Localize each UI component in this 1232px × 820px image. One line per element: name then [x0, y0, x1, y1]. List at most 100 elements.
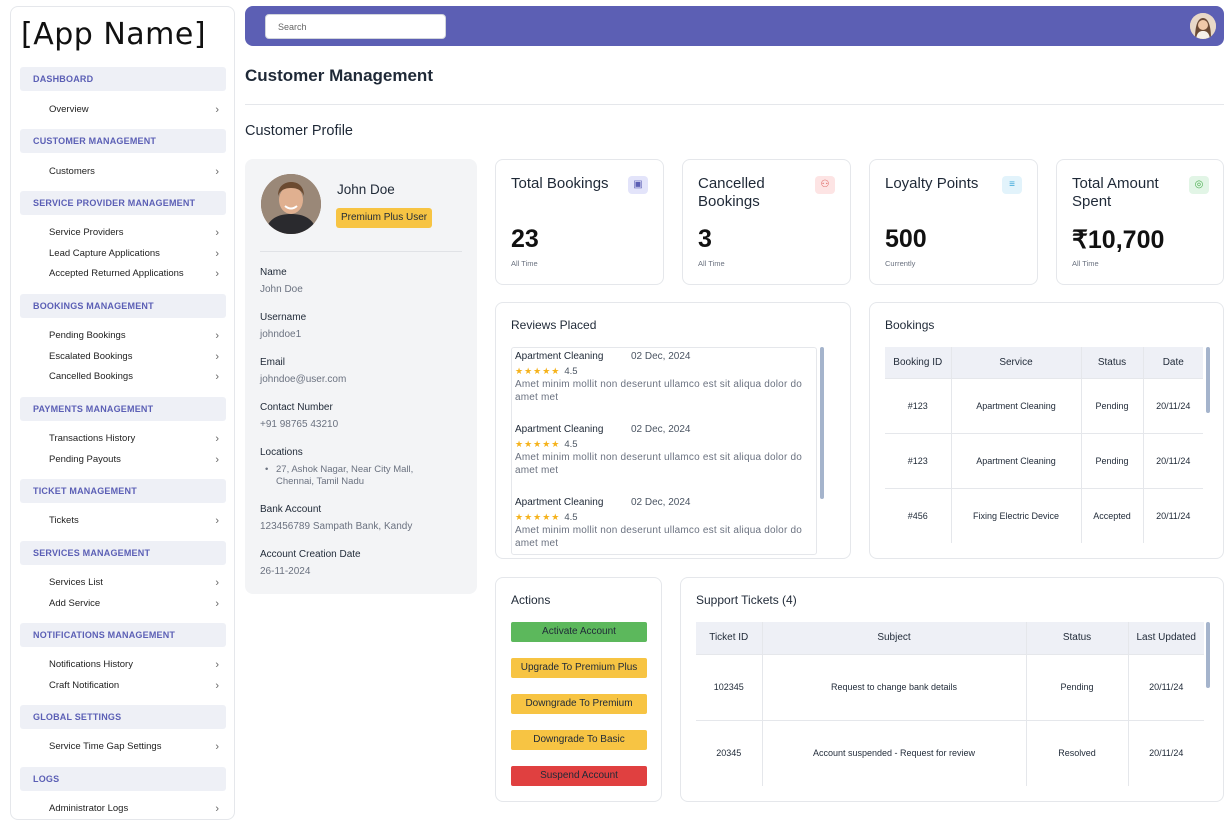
review-item: Apartment Cleaning 02 Dec, 2024 ★★★★★ 4.5 Am… [515, 351, 811, 404]
users-icon: ⚇ [815, 176, 835, 194]
stat-title: Total Bookings [511, 175, 609, 192]
sidebar-item-services-list[interactable]: Services List › [49, 574, 219, 592]
table-cell: 20345 [696, 719, 763, 786]
divider [245, 104, 1224, 105]
location-item: • 27, Ashok Nagar, Near City Mall, Chenn… [265, 464, 465, 488]
app-name: [App Name] [21, 17, 207, 52]
stars: ★★★★★ [515, 512, 561, 522]
sidebar-item-label: Service Providers [49, 227, 124, 238]
sidebar-item-pending-payouts[interactable]: Pending Payouts › [49, 451, 219, 469]
briefcase-icon: ▣ [628, 176, 648, 194]
bookings-card: Bookings Booking ID Service Status Date #123… [869, 302, 1224, 559]
table-row[interactable]: #123 Apartment Cleaning Pending 20/11/24 [885, 432, 1203, 488]
chevron-right-icon: › [215, 803, 219, 815]
sidebar-item-label: Transactions History [49, 433, 136, 444]
profile-card: John Doe Premium Plus User Name John Doe… [245, 159, 477, 594]
chevron-right-icon: › [215, 659, 219, 671]
sidebar-section-dashboard: DASHBOARD [20, 67, 226, 91]
activate-account-button[interactable]: Activate Account [511, 622, 647, 642]
username-label: Username [260, 312, 307, 323]
chevron-right-icon: › [215, 454, 219, 466]
upgrade-to-premium-plus-button[interactable]: Upgrade To Premium Plus [511, 658, 647, 678]
sidebar-item-transactions-history[interactable]: Transactions History › [49, 430, 219, 448]
sidebar-item-notifications-history[interactable]: Notifications History › [49, 656, 219, 674]
table-cell: Resolved [1026, 719, 1129, 786]
reviews-scrollbar[interactable] [820, 347, 824, 499]
stars: ★★★★★ [515, 439, 561, 449]
username-value: johndoe1 [260, 329, 302, 340]
profile-name: John Doe [337, 182, 395, 197]
sidebar-section-ticket-management: TICKET MANAGEMENT [20, 479, 226, 503]
downgrade-to-basic-button[interactable]: Downgrade To Basic [511, 730, 647, 750]
profile-divider [260, 251, 462, 252]
sidebar-item-service-time-gap-settings[interactable]: Service Time Gap Settings › [49, 738, 219, 756]
stat-subtext: All Time [698, 259, 725, 268]
sidebar-item-label: Escalated Bookings [49, 351, 133, 362]
chevron-right-icon: › [215, 166, 219, 178]
sidebar-item-tickets[interactable]: Tickets › [49, 512, 219, 530]
stat-subtext: All Time [1072, 259, 1099, 268]
table-cell: Pending [1081, 432, 1144, 488]
sidebar-item-label: Pending Payouts [49, 454, 121, 465]
table-cell: Request to change bank details [762, 653, 1027, 720]
star-rating-icon: ★★★★★ 4.5 [515, 512, 811, 523]
table-row[interactable]: 102345 Request to change bank details Pend… [696, 653, 1204, 720]
table-header-row: Ticket ID Subject Status Last Updated [696, 622, 1204, 654]
name-value: John Doe [260, 284, 303, 295]
actions-card: Actions Activate Account Upgrade To Premi… [495, 577, 662, 802]
profile-photo-image [261, 174, 321, 234]
sidebar-item-lead-capture-applications[interactable]: Lead Capture Applications › [49, 245, 219, 263]
column-header: Service [951, 347, 1082, 378]
suspend-account-button[interactable]: Suspend Account [511, 766, 647, 786]
table-cell: 20/11/24 [1143, 432, 1203, 488]
table-cell: #123 [885, 432, 952, 488]
tickets-card: Support Tickets (4) Ticket ID Subject Stat… [680, 577, 1224, 802]
table-row[interactable]: #456 Fixing Electric Device Accepted 20/11/… [885, 487, 1203, 543]
sidebar-item-craft-notification[interactable]: Craft Notification › [49, 677, 219, 695]
sidebar-section-bookings-management: BOOKINGS MANAGEMENT [20, 294, 226, 318]
column-header: Booking ID [885, 347, 952, 378]
reviews-list[interactable]: Apartment Cleaning 02 Dec, 2024 ★★★★★ 4.5 Am… [511, 347, 817, 555]
tickets-scrollbar[interactable] [1206, 622, 1210, 688]
sidebar-section-services-management: SERVICES MANAGEMENT [20, 541, 226, 565]
sidebar-item-label: Tickets [49, 515, 79, 526]
sidebar-item-accepted-returned-applications[interactable]: Accepted Returned Applications › [49, 265, 219, 283]
sidebar-item-label: Add Service [49, 598, 101, 609]
avatar-image [1190, 13, 1216, 39]
sidebar-item-customers[interactable]: Customers › [49, 163, 219, 181]
sidebar-item-service-providers[interactable]: Service Providers › [49, 224, 219, 242]
downgrade-to-premium-button[interactable]: Downgrade To Premium [511, 694, 647, 714]
column-header: Subject [762, 622, 1027, 654]
sidebar-item-label: Customers [49, 166, 95, 177]
chevron-right-icon: › [215, 248, 219, 260]
stat-card-total-amount-spent: Total Amount Spent ◎ ₹10,700 All Time [1056, 159, 1224, 285]
sidebar-item-add-service[interactable]: Add Service › [49, 595, 219, 613]
stat-title: Loyalty Points [885, 175, 979, 192]
table-cell: Pending [1081, 377, 1144, 433]
sidebar-section-customer-management: CUSTOMER MANAGEMENT [20, 129, 226, 153]
chevron-right-icon: › [215, 104, 219, 116]
table-cell: #456 [885, 487, 952, 543]
sidebar-item-escalated-bookings[interactable]: Escalated Bookings › [49, 348, 219, 366]
sidebar-item-overview[interactable]: Overview › [49, 101, 219, 119]
table-cell: #123 [885, 377, 952, 433]
table-row[interactable]: #123 Apartment Cleaning Pending 20/11/24 [885, 377, 1203, 433]
chevron-right-icon: › [215, 433, 219, 445]
locations-label: Locations [260, 447, 303, 458]
chevron-right-icon: › [215, 268, 219, 280]
search-input[interactable]: Search [265, 14, 446, 39]
sidebar-item-pending-bookings[interactable]: Pending Bookings › [49, 327, 219, 345]
sidebar-item-cancelled-bookings[interactable]: Cancelled Bookings › [49, 368, 219, 386]
table-header-row: Booking ID Service Status Date [885, 347, 1203, 378]
sidebar-item-administrator-logs[interactable]: Administrator Logs › [49, 800, 219, 818]
chevron-right-icon: › [215, 351, 219, 363]
table-row[interactable]: 20345 Account suspended - Request for rev… [696, 719, 1204, 786]
stat-card-loyalty-points: Loyalty Points ≡ 500 Currently [869, 159, 1038, 285]
star-rating-icon: ★★★★★ 4.5 [515, 439, 811, 450]
bookings-scrollbar[interactable] [1206, 347, 1210, 413]
contact-value: +91 98765 43210 [260, 419, 339, 430]
created-value: 26-11-2024 [260, 566, 311, 577]
actions-title: Actions [511, 593, 551, 607]
review-date: 02 Dec, 2024 [631, 424, 691, 435]
user-avatar[interactable] [1190, 13, 1216, 39]
